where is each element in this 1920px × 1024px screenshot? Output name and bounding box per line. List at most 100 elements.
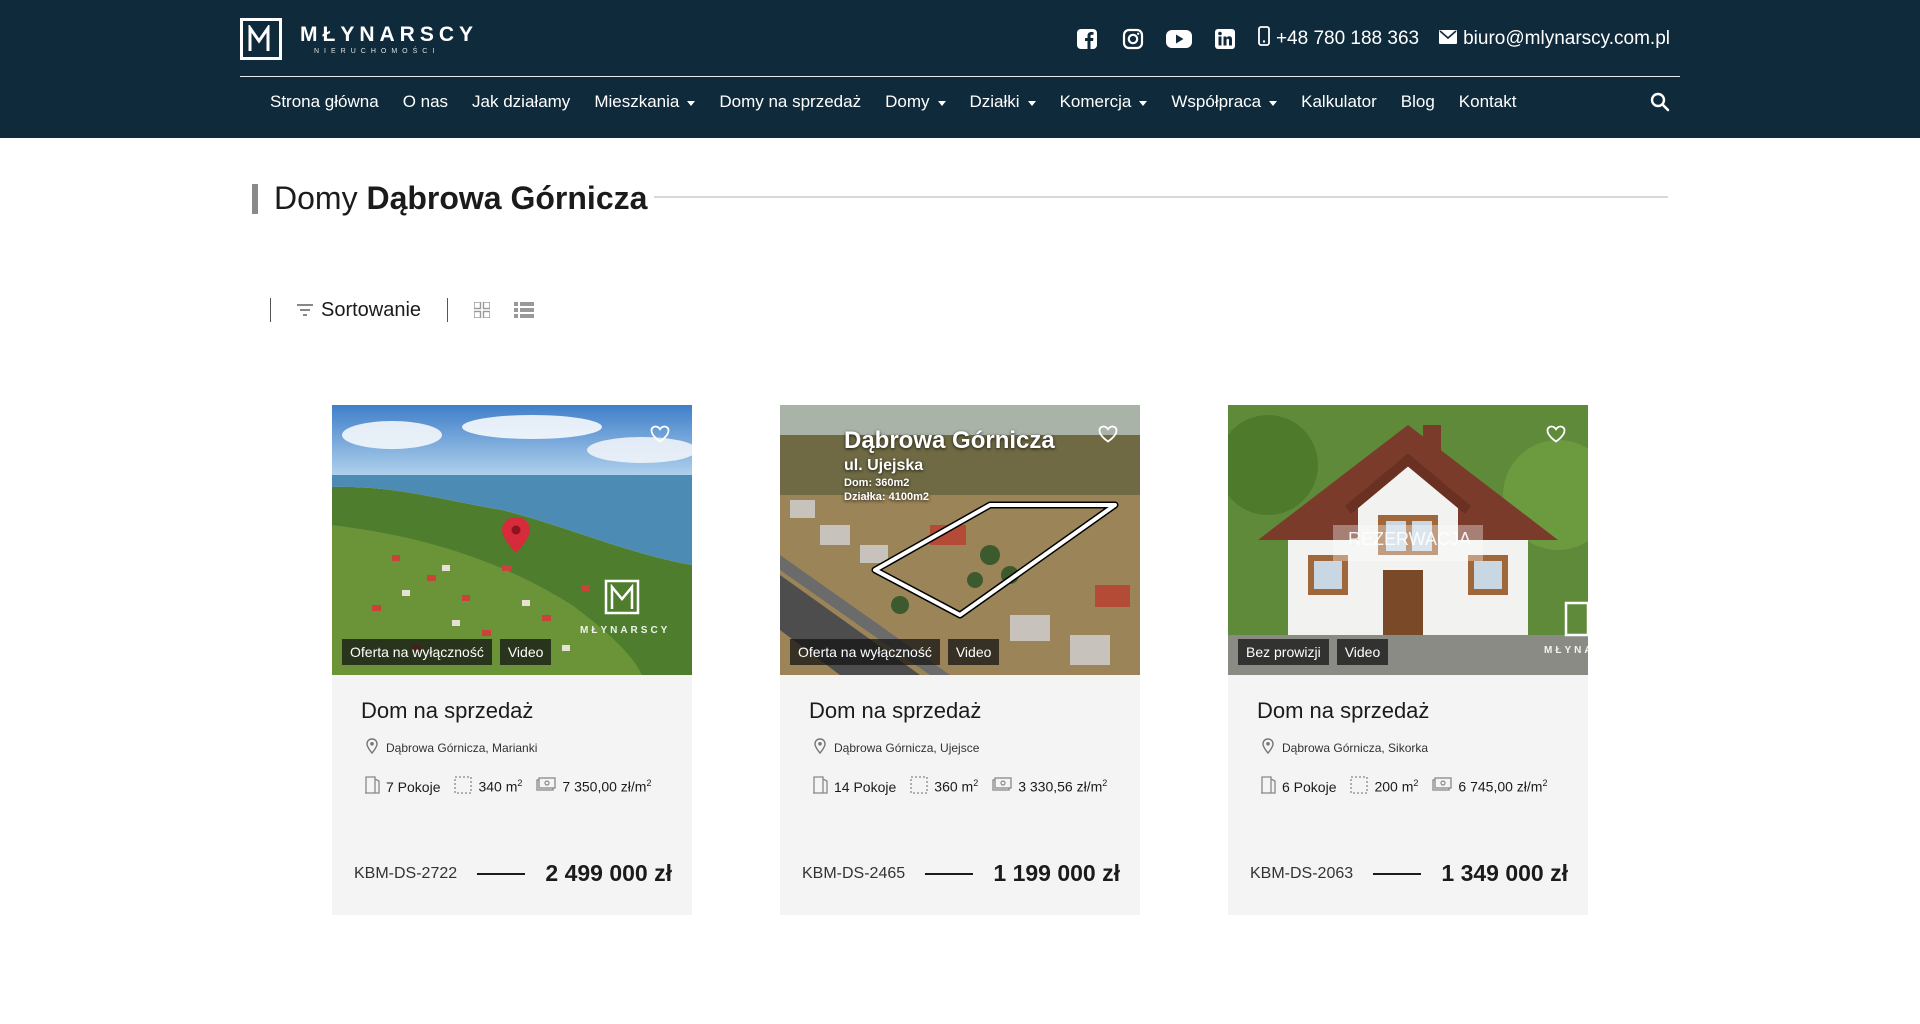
money-icon xyxy=(1432,777,1453,796)
listing-footer: KBM-DS-2722 2 499 000 zł xyxy=(354,860,672,887)
photo-overlay-city: Dąbrowa Górnicza xyxy=(844,427,1055,454)
chevron-down-icon xyxy=(937,100,946,106)
listing-photo[interactable]: REZERWACJA MŁYNA Bez prowizji Video xyxy=(1228,405,1588,675)
location-pin-icon xyxy=(814,738,826,757)
footer-rule xyxy=(925,872,974,875)
location-pin-icon xyxy=(1262,738,1274,757)
nav-item-contact[interactable]: Kontakt xyxy=(1459,92,1517,112)
door-icon xyxy=(1260,776,1276,797)
money-icon xyxy=(536,777,557,796)
nav-item-blog[interactable]: Blog xyxy=(1401,92,1435,112)
chevron-down-icon xyxy=(1027,100,1036,106)
nav-item-commercial[interactable]: Komercja xyxy=(1060,92,1148,112)
door-icon xyxy=(364,776,380,797)
no-commission-badge: Bez prowizji xyxy=(1238,639,1329,665)
price-per-meter: 6 745,00 zł/m2 xyxy=(1458,778,1548,795)
rooms-count: 6 Pokoje xyxy=(1282,778,1337,795)
listing-price: 1 199 000 zł xyxy=(993,860,1120,886)
title-rule xyxy=(654,196,1668,198)
nav-item-cooperation[interactable]: Współpraca xyxy=(1171,92,1278,112)
instagram-icon[interactable] xyxy=(1120,26,1146,52)
door-icon xyxy=(812,776,828,797)
listing-location: Dąbrowa Górnicza, Ujejsce xyxy=(814,738,979,757)
title-light: Domy xyxy=(274,180,358,216)
favorite-heart-icon[interactable] xyxy=(1546,425,1566,448)
listing-features: 6 Pokoje 200 m2 6 745,00 zł/m2 xyxy=(1260,776,1548,797)
nav-item-apartments[interactable]: Mieszkania xyxy=(594,92,696,112)
listing-card[interactable]: REZERWACJA MŁYNA Bez prowizji Video Dom … xyxy=(1228,405,1588,915)
area-value: 360 m2 xyxy=(934,778,979,795)
envelope-icon xyxy=(1439,28,1458,50)
listing-price: 1 349 000 zł xyxy=(1441,860,1568,886)
footer-rule xyxy=(477,872,526,875)
nav-item-plots[interactable]: Działki xyxy=(970,92,1036,112)
favorite-heart-icon[interactable] xyxy=(1098,425,1118,448)
area-icon xyxy=(1350,776,1369,797)
listing-location: Dąbrowa Górnicza, Marianki xyxy=(366,738,537,757)
listing-code: KBM-DS-2465 xyxy=(802,864,906,882)
phone-contact[interactable]: +48 780 188 363 xyxy=(1258,26,1419,52)
reservation-label: REZERWACJA xyxy=(1348,529,1472,549)
list-view-icon[interactable] xyxy=(514,302,535,318)
listing-photo[interactable]: MŁYNARSCY Oferta na wyłączność Video xyxy=(332,405,692,675)
grid-view-icon[interactable] xyxy=(474,302,491,318)
footer-rule xyxy=(1373,872,1422,875)
search-icon[interactable] xyxy=(1650,92,1670,117)
listing-title[interactable]: Dom na sprzedaż xyxy=(1257,698,1429,724)
listing-card[interactable]: Dąbrowa Górnicza ul. Ujejska Dom: 360m2 … xyxy=(780,405,1140,915)
video-badge: Video xyxy=(947,639,1000,665)
brand-logo[interactable]: MŁYNARSCY NIERUCHOMOŚCI xyxy=(240,18,478,60)
youtube-icon[interactable] xyxy=(1165,26,1192,52)
filter-icon xyxy=(297,299,313,322)
site-header: MŁYNARSCY NIERUCHOMOŚCI +48 780 188 363 … xyxy=(0,0,1920,138)
area-value: 200 m2 xyxy=(1374,778,1419,795)
chevron-down-icon xyxy=(1269,100,1278,106)
image-watermark: MŁYNA xyxy=(1544,645,1588,656)
chevron-down-icon xyxy=(1139,100,1148,106)
nav-item-houses-for-sale[interactable]: Domy na sprzedaż xyxy=(719,92,861,112)
main-nav: Strona główna O nas Jak działamy Mieszka… xyxy=(270,92,1516,112)
nav-item-how-we-work[interactable]: Jak działamy xyxy=(472,92,570,112)
nav-item-about[interactable]: O nas xyxy=(403,92,448,112)
favorite-heart-icon[interactable] xyxy=(650,425,670,448)
facebook-icon[interactable] xyxy=(1074,26,1100,52)
video-badge: Video xyxy=(1336,639,1389,665)
logo-mark-icon xyxy=(240,18,282,60)
video-badge: Video xyxy=(499,639,552,665)
listing-location: Dąbrowa Górnicza, Sikorka xyxy=(1262,738,1428,757)
area-icon xyxy=(454,776,473,797)
chevron-down-icon xyxy=(687,100,696,106)
header-divider xyxy=(240,76,1680,77)
linkedin-icon[interactable] xyxy=(1212,26,1238,52)
listing-code: KBM-DS-2722 xyxy=(354,864,458,882)
photo-overlay-street: ul. Ujejska xyxy=(844,457,924,474)
exclusive-offer-badge: Oferta na wyłączność xyxy=(790,639,940,665)
phone-number: +48 780 188 363 xyxy=(1275,28,1420,49)
price-per-meter: 3 330,56 zł/m2 xyxy=(1018,778,1108,795)
listing-card[interactable]: MŁYNARSCY Oferta na wyłączność Video Dom… xyxy=(332,405,692,915)
money-icon xyxy=(992,777,1012,796)
phone-icon xyxy=(1258,26,1270,52)
listing-code: KBM-DS-2063 xyxy=(1250,864,1354,882)
listing-photo[interactable]: Dąbrowa Górnicza ul. Ujejska Dom: 360m2 … xyxy=(780,405,1140,675)
listing-footer: KBM-DS-2063 1 349 000 zł xyxy=(1250,860,1568,887)
listing-title[interactable]: Dom na sprzedaż xyxy=(809,698,981,724)
title-bold: Dąbrowa Górnicza xyxy=(366,180,648,216)
photo-overlay-house: Dom: 360m2 xyxy=(844,477,910,489)
toolbar-divider xyxy=(447,298,449,322)
sort-button[interactable]: Sortowanie xyxy=(297,299,421,322)
brand-name: MŁYNARSCY xyxy=(300,22,479,46)
sort-label: Sortowanie xyxy=(321,298,422,321)
rooms-count: 14 Pokoje xyxy=(834,778,897,795)
area-value: 340 m2 xyxy=(478,778,523,795)
nav-item-home[interactable]: Strona główna xyxy=(270,92,379,112)
photo-overlay-plot: Działka: 4100m2 xyxy=(844,491,929,503)
rooms-count: 7 Pokoje xyxy=(386,778,441,795)
listing-footer: KBM-DS-2465 1 199 000 zł xyxy=(802,860,1120,887)
nav-item-houses[interactable]: Domy xyxy=(885,92,946,112)
toolbar-divider xyxy=(270,298,271,322)
email-contact[interactable]: biuro@mlynarscy.com.pl xyxy=(1439,28,1670,50)
listing-title[interactable]: Dom na sprzedaż xyxy=(361,698,533,724)
price-per-meter: 7 350,00 zł/m2 xyxy=(562,778,652,795)
nav-item-calculator[interactable]: Kalkulator xyxy=(1301,92,1377,112)
